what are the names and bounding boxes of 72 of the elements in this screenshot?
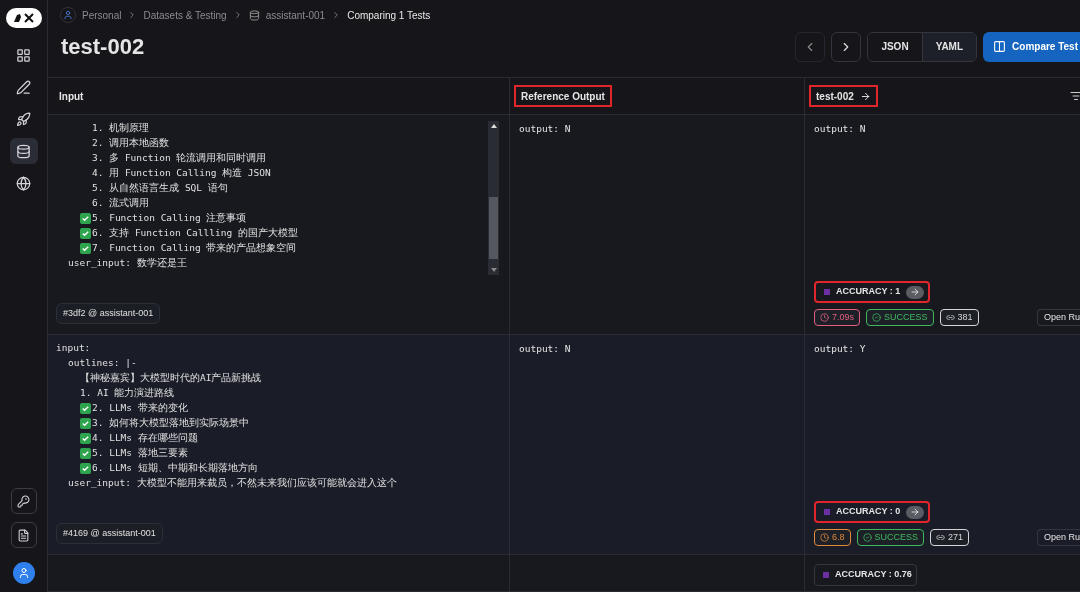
open-run-button[interactable]: Open Ru (1036, 529, 1080, 546)
tag: #3df2 @ assistant-001 (56, 302, 161, 324)
code-line: user_input: 数学还是王 (68, 256, 187, 271)
page-title: test-002 (61, 33, 145, 61)
arrow-icon (910, 507, 921, 517)
tag: #4169 @ assistant-001 (56, 522, 163, 544)
check-circle-icon (862, 533, 872, 542)
status-pill: SUCCESS (866, 309, 934, 326)
accuracy-label: ACCURACY : 0.76 (835, 568, 912, 582)
arrow-icon (859, 90, 871, 102)
test-output: output: Y (814, 342, 867, 356)
link-icon (936, 533, 946, 542)
database-icon[interactable] (9, 138, 38, 164)
square-icon (824, 509, 830, 515)
column-header[interactable]: Input (52, 85, 91, 107)
code-line: 7. Function Calling 带来的产品想象空间 (92, 241, 297, 256)
code-line: 6. LLMs 短期、中期和长期落地方向 (92, 461, 258, 476)
code-line: user_input: 大模型不能用来裁员，不然未来我们应该可能就会进入这个 (68, 476, 397, 491)
code-line: 3. 多 Function 轮流调用和同时调用 (92, 151, 267, 166)
status-pill: SUCCESS (856, 529, 925, 546)
code-line: 2. 调用本地函数 (92, 136, 170, 151)
code-line: 5. LLMs 落地三要素 (92, 446, 188, 461)
code-line: outlines: |- (68, 356, 137, 371)
square-icon (823, 572, 829, 578)
format-tab[interactable]: YAML (921, 32, 977, 61)
test-output: output: N (814, 122, 867, 136)
square-icon (824, 289, 830, 295)
filter-icon[interactable] (1070, 90, 1080, 102)
arrow-button[interactable] (906, 285, 925, 299)
breadcrumb-link[interactable]: Datasets & Testing (143, 7, 227, 23)
scroll-up-icon[interactable] (490, 124, 497, 128)
code-line: 4. 用 Function Calling 构造 JSON (92, 166, 271, 181)
logo-icon (5, 8, 42, 28)
code-line: 2. LLMs 带来的变化 (92, 401, 188, 416)
scroll-down-icon[interactable] (490, 268, 497, 272)
tokens-pill: 381 (939, 309, 979, 326)
latency-pill: 7.09s (814, 309, 861, 326)
accuracy-label: ACCURACY : 1 (836, 285, 901, 299)
arrow-icon (910, 287, 921, 297)
code-line: 6. 支持 Function Callling 的国产大模型 (92, 226, 298, 241)
code-line: 4. LLMs 存在哪些问题 (92, 431, 198, 446)
compare-button[interactable]: Compare Test (983, 31, 1080, 62)
reference-output: output: N (519, 343, 571, 354)
avatar-icon[interactable] (12, 562, 35, 584)
link-icon (945, 313, 955, 322)
latency-pill: 6.8 (814, 529, 851, 546)
column-header[interactable]: Reference Output (514, 85, 612, 107)
breadcrumb-link[interactable]: assistant-001 (265, 7, 326, 23)
arrow-button[interactable] (906, 505, 925, 519)
key-icon[interactable] (10, 488, 37, 514)
tokens-pill: 271 (930, 529, 970, 546)
code-line: 5. Function Calling 注意事项 (92, 211, 247, 226)
column-header[interactable]: test-002 (809, 85, 878, 107)
clock-icon (820, 533, 829, 542)
document-icon[interactable] (10, 522, 37, 548)
reference-output: output: N (519, 123, 571, 134)
columns-icon (993, 40, 1007, 53)
code-line: 6. 流式调用 (92, 196, 150, 211)
breadcrumb-link[interactable]: Comparing 1 Tests (347, 7, 431, 23)
code-line: 5. 从自然语言生成 SQL 语句 (92, 181, 228, 196)
database-icon (248, 9, 260, 21)
code-line: input: (56, 341, 91, 356)
check-circle-icon (872, 313, 882, 322)
clock-icon (820, 313, 829, 322)
code-line: 1. AI 能力演进路线 (80, 386, 175, 401)
scrollbar[interactable] (488, 121, 499, 275)
code-line: 3. 如何将大模型落地到实际场景中 (92, 416, 250, 431)
code-line: 【神秘嘉宾】大模型时代的AI产品新挑战 (80, 371, 262, 386)
open-run-button[interactable]: Open Ru (1036, 309, 1080, 326)
accuracy-label: ACCURACY : 0 (836, 505, 901, 519)
code-line: 1. 机制原理 (92, 121, 150, 136)
breadcrumb-link[interactable]: Personal (82, 7, 122, 23)
